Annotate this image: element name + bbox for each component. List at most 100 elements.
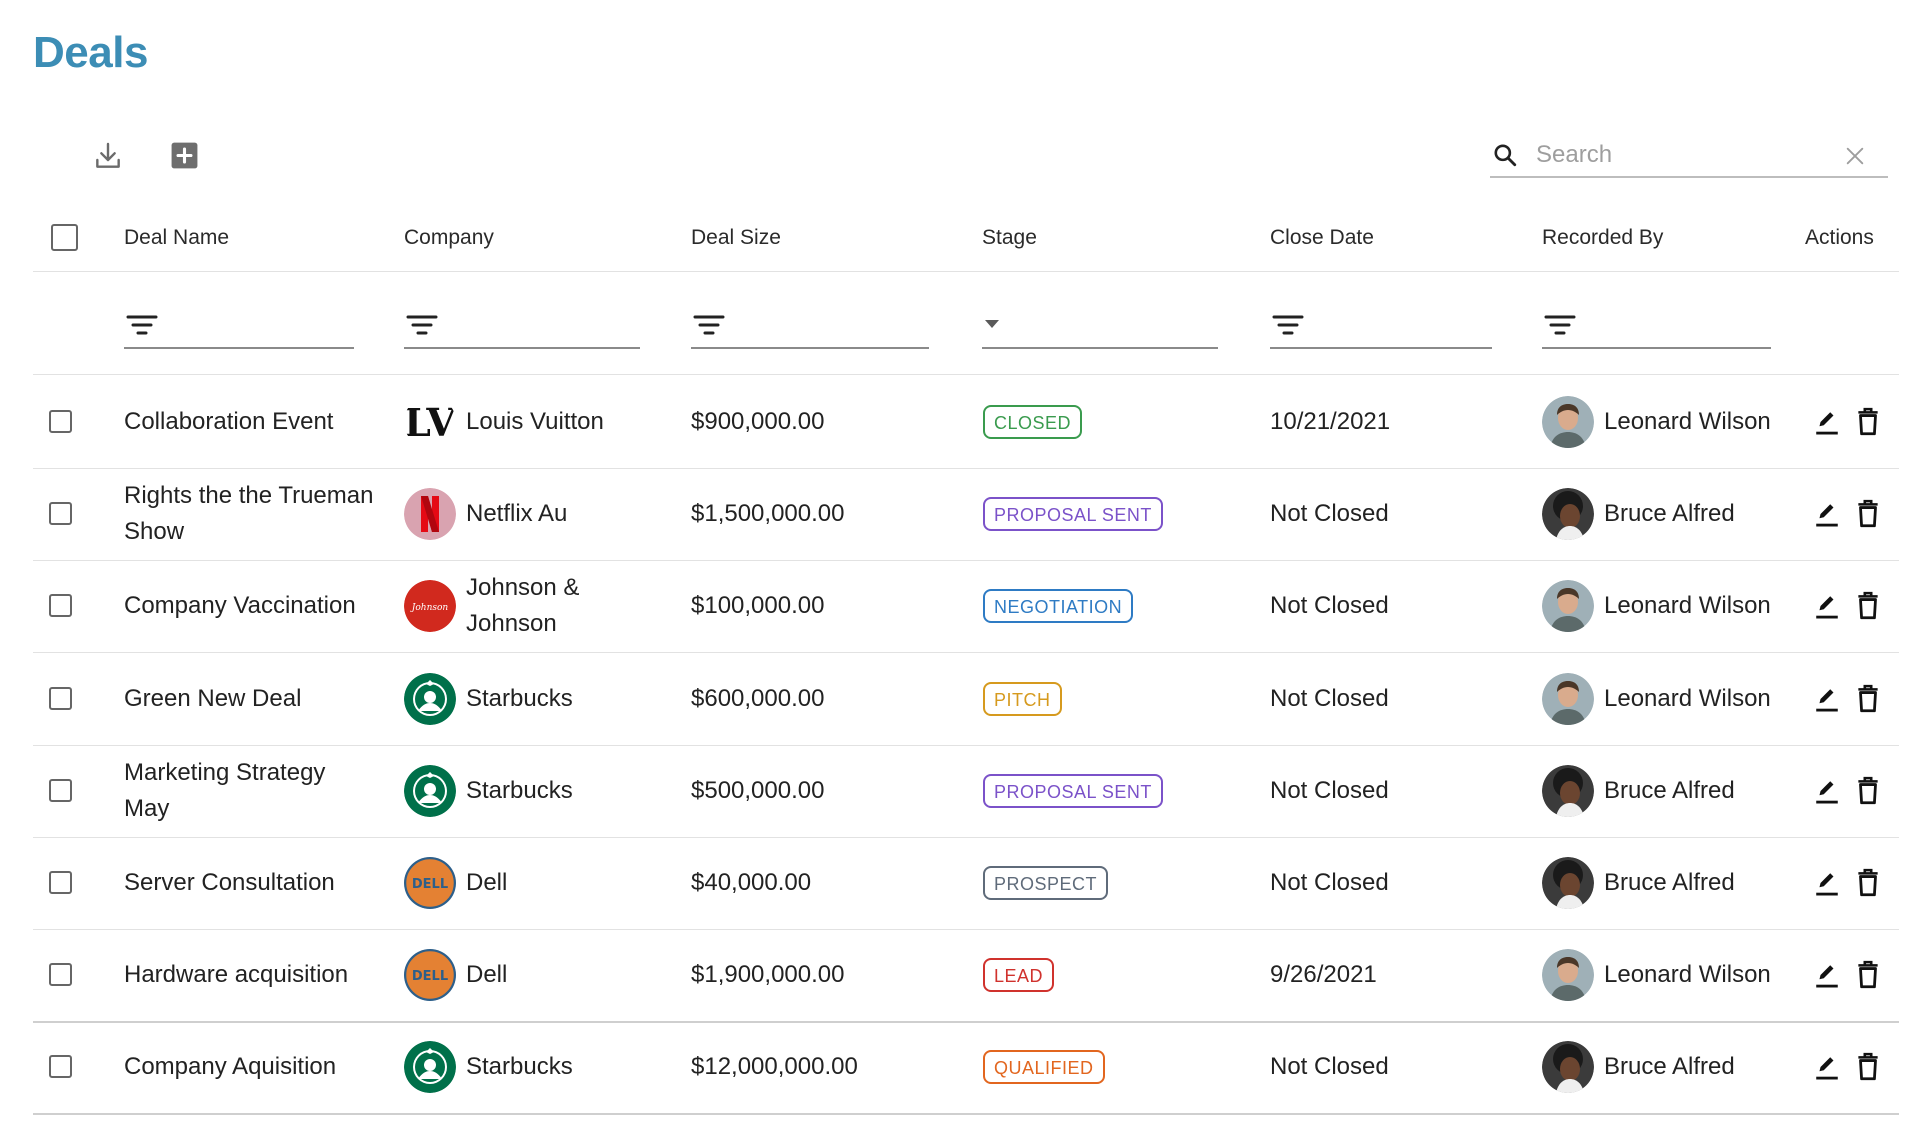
add-button[interactable] [169, 140, 200, 176]
pencil-icon [1816, 689, 1838, 712]
company-text: Starbucks [466, 685, 573, 712]
deal-name-text: Green New Deal [124, 685, 302, 712]
deal-size: $12,000,000.00 [691, 1021, 858, 1113]
table-row: Rights the the Trueman Show Netflix Au $… [0, 468, 1920, 560]
trash-icon [1858, 776, 1878, 805]
close-date: Not Closed [1270, 745, 1389, 837]
close-date-text: Not Closed [1270, 685, 1389, 712]
row-checkbox[interactable] [49, 410, 72, 433]
edit-button[interactable] [1814, 1053, 1840, 1086]
row-checkbox[interactable] [49, 594, 72, 617]
delete-button[interactable] [1855, 591, 1881, 626]
close-date-text: 10/21/2021 [1270, 408, 1391, 435]
filter-company[interactable] [404, 302, 640, 349]
edit-button[interactable] [1814, 961, 1840, 994]
bruce-avatar [1542, 1041, 1594, 1093]
deal-size-text: $12,000,000.00 [691, 1053, 858, 1080]
table-row: Marketing Strategy May Starbucks $500,00… [0, 745, 1920, 837]
delete-button[interactable] [1855, 1052, 1881, 1087]
row-checkbox[interactable] [49, 779, 72, 802]
delete-button[interactable] [1855, 684, 1881, 719]
filter-stage-select[interactable] [982, 302, 1218, 349]
delete-button[interactable] [1855, 499, 1881, 534]
company-text: Starbucks [466, 777, 573, 804]
pencil-icon [1816, 781, 1838, 804]
download-button[interactable] [92, 140, 124, 177]
recorded-by-text: Leonard Wilson [1604, 408, 1771, 435]
delete-button[interactable] [1855, 960, 1881, 995]
column-header-deal-name[interactable]: Deal Name [124, 226, 229, 250]
delete-button[interactable] [1855, 776, 1881, 811]
edit-button[interactable] [1814, 685, 1840, 718]
edit-button[interactable] [1814, 869, 1840, 902]
select-all-checkbox[interactable] [51, 224, 78, 251]
company-name: Netflix Au [466, 468, 666, 560]
company-text: Dell [466, 869, 508, 896]
column-header-company[interactable]: Company [404, 226, 494, 250]
deal-size-text: $100,000.00 [691, 592, 825, 619]
deal-name-text: Server Consultation [124, 869, 335, 896]
recorded-by: Bruce Alfred [1604, 745, 1784, 837]
row-checkbox[interactable] [49, 871, 72, 894]
svg-text:DELL: DELL [412, 969, 448, 984]
table-row: Company Aquisition Starbucks $12,000,000… [0, 1021, 1920, 1113]
company-name: Starbucks [466, 653, 666, 745]
svg-text:LV: LV [404, 400, 456, 445]
leonard-avatar [1542, 949, 1594, 1001]
company-name: Dell [466, 929, 666, 1021]
deal-name-text: Hardware acquisition [124, 961, 349, 988]
filter-icon [406, 315, 438, 335]
recorded-by: Bruce Alfred [1604, 1021, 1784, 1113]
deal-size: $500,000.00 [691, 745, 824, 837]
row-checkbox[interactable] [49, 502, 72, 525]
deal-name-text: Rights the the Trueman Show [124, 482, 374, 545]
deal-name: Company Vaccination [124, 560, 374, 652]
filter-close-date[interactable] [1270, 302, 1492, 349]
company-name: Dell [466, 837, 666, 929]
filter-icon [126, 315, 158, 335]
close-date-text: Not Closed [1270, 592, 1389, 619]
filter-recorded-by[interactable] [1542, 302, 1771, 349]
delete-button[interactable] [1855, 868, 1881, 903]
close-date: 9/26/2021 [1270, 929, 1377, 1021]
delete-button[interactable] [1855, 407, 1881, 442]
starbucks-logo [404, 673, 456, 725]
edit-button[interactable] [1814, 408, 1840, 441]
filter-icon [1272, 315, 1304, 335]
edit-button[interactable] [1814, 777, 1840, 810]
row-checkbox[interactable] [49, 1055, 72, 1078]
column-header-recorded-by[interactable]: Recorded By [1542, 226, 1663, 250]
deal-name-text: Company Vaccination [124, 592, 356, 619]
column-header-deal-size[interactable]: Deal Size [691, 226, 781, 250]
close-date: Not Closed [1270, 560, 1389, 652]
recorded-by: Leonard Wilson [1604, 653, 1784, 745]
column-header-close-date[interactable]: Close Date [1270, 226, 1374, 250]
netflix-logo [404, 488, 456, 540]
filter-deal-size[interactable] [691, 302, 929, 349]
edit-button[interactable] [1814, 500, 1840, 533]
deal-name: Hardware acquisition [124, 929, 374, 1021]
deal-name: Rights the the Trueman Show [124, 468, 374, 560]
row-checkbox[interactable] [49, 687, 72, 710]
column-header-stage[interactable]: Stage [982, 226, 1037, 250]
pencil-icon [1816, 412, 1838, 435]
pencil-icon [1816, 1057, 1838, 1080]
deal-size-text: $1,900,000.00 [691, 961, 845, 988]
recorded-by-text: Bruce Alfred [1604, 500, 1735, 527]
company-text: Starbucks [466, 1053, 573, 1080]
close-icon[interactable] [1844, 145, 1866, 167]
search-input[interactable] [1534, 139, 1838, 171]
bruce-avatar [1542, 488, 1594, 540]
deal-size-text: $40,000.00 [691, 869, 812, 896]
svg-text:DELL: DELL [412, 877, 448, 892]
recorded-by-text: Bruce Alfred [1604, 1053, 1735, 1080]
deal-name-text: Marketing Strategy May [124, 759, 326, 822]
recorded-by: Bruce Alfred [1604, 468, 1784, 560]
filter-deal-name[interactable] [124, 302, 354, 349]
edit-button[interactable] [1814, 592, 1840, 625]
download-icon [96, 142, 120, 168]
close-date-text: 9/26/2021 [1270, 961, 1377, 988]
deal-name-text: Collaboration Event [124, 408, 334, 435]
row-checkbox[interactable] [49, 963, 72, 986]
deal-size: $100,000.00 [691, 560, 824, 652]
